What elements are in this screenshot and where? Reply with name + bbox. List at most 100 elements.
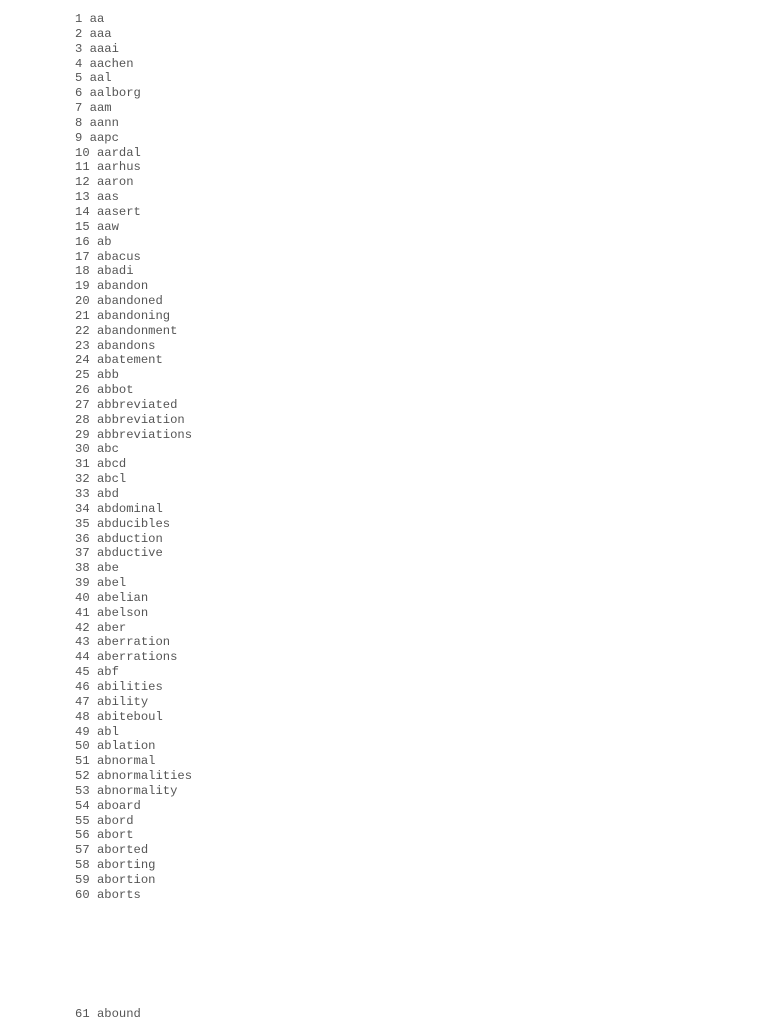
word-text: abducibles bbox=[96, 516, 171, 531]
list-item: 7 aam bbox=[75, 101, 192, 116]
line-number: 10 bbox=[75, 145, 90, 160]
list-item: 57 aborted bbox=[75, 843, 192, 858]
word-text: aaron bbox=[96, 175, 134, 190]
word-text: aalborg bbox=[89, 86, 141, 101]
word-text: aam bbox=[89, 101, 112, 116]
line-number: 18 bbox=[75, 264, 90, 279]
word-text: abacus bbox=[96, 249, 141, 264]
line-number: 16 bbox=[75, 234, 90, 249]
line-number: 60 bbox=[75, 887, 90, 902]
line-number: 46 bbox=[75, 679, 90, 694]
line-number: 27 bbox=[75, 397, 90, 412]
list-item: 41 abelson bbox=[75, 606, 192, 621]
word-text: aaw bbox=[96, 219, 119, 234]
list-item: 48 abiteboul bbox=[75, 710, 192, 725]
word-text: ability bbox=[96, 694, 149, 709]
line-number: 24 bbox=[75, 353, 90, 368]
word-list: 1 aa 2 aaa 3 aaai 4 aachen 5 aal 6 aalborg 7 a… bbox=[75, 12, 192, 903]
list-item: 1 aa bbox=[75, 12, 192, 27]
list-item: 4 aachen bbox=[75, 57, 192, 72]
list-item: 46 abilities bbox=[75, 680, 192, 695]
line-number: 54 bbox=[75, 798, 90, 813]
word-text: abelian bbox=[96, 590, 149, 605]
word-text: abelson bbox=[96, 605, 149, 620]
line-number: 5 bbox=[75, 71, 83, 86]
list-item: 37 abductive bbox=[75, 546, 192, 561]
list-item: 22 abandonment bbox=[75, 324, 192, 339]
line-number: 26 bbox=[75, 383, 90, 398]
line-number: 19 bbox=[75, 279, 90, 294]
line-number: 30 bbox=[75, 442, 90, 457]
list-item: 55 abord bbox=[75, 814, 192, 829]
list-item: 50 ablation bbox=[75, 739, 192, 754]
word-text: ablation bbox=[96, 739, 156, 754]
line-number: 33 bbox=[75, 487, 90, 501]
list-item: 60 aborts bbox=[75, 888, 192, 903]
list-item: 56 abort bbox=[75, 828, 192, 843]
word-text: abadi bbox=[96, 264, 134, 279]
line-number: 9 bbox=[75, 130, 83, 145]
line-number: 21 bbox=[75, 308, 90, 323]
list-item: 16 ab bbox=[75, 235, 192, 250]
word-text: abnormalities bbox=[96, 769, 193, 784]
word-text: aarhus bbox=[96, 160, 141, 175]
list-item: 15 aaw bbox=[75, 220, 192, 235]
line-number: 56 bbox=[75, 828, 90, 843]
word-text: abilities bbox=[96, 679, 163, 694]
list-item: 34 abdominal bbox=[75, 502, 192, 517]
list-item: 17 abacus bbox=[75, 250, 192, 265]
line-number: 23 bbox=[75, 338, 90, 353]
word-text: abduction bbox=[96, 531, 163, 546]
word-text: aboard bbox=[96, 798, 141, 813]
word-text: ab bbox=[96, 234, 112, 249]
line-number: 45 bbox=[75, 665, 90, 680]
list-item: 33 abd bbox=[75, 487, 192, 502]
line-number: 51 bbox=[75, 754, 90, 769]
line-number: 49 bbox=[75, 724, 90, 739]
word-text: abe bbox=[96, 561, 119, 576]
word-text: aber bbox=[96, 620, 127, 635]
word-text: abbreviated bbox=[96, 397, 178, 412]
line-number: 38 bbox=[75, 561, 90, 576]
line-number: 57 bbox=[75, 843, 90, 858]
word-text: abbot bbox=[96, 383, 134, 398]
word-text: abandons bbox=[96, 338, 156, 353]
word-text: abbreviation bbox=[96, 412, 185, 427]
line-number: 22 bbox=[75, 323, 90, 338]
line-number: 41 bbox=[75, 605, 90, 620]
line-number: 35 bbox=[75, 516, 90, 531]
word-text: aann bbox=[89, 115, 119, 130]
line-number: 29 bbox=[75, 427, 90, 442]
line-number: 44 bbox=[75, 650, 90, 665]
line-number: 37 bbox=[75, 546, 90, 561]
line-number: 6 bbox=[75, 86, 83, 101]
word-text: abcl bbox=[96, 472, 127, 487]
list-item: 20 abandoned bbox=[75, 294, 192, 309]
word-text: aardal bbox=[96, 145, 141, 160]
word-text: abord bbox=[96, 813, 134, 828]
line-number: 15 bbox=[75, 219, 90, 234]
word-text: aberrations bbox=[96, 650, 178, 665]
line-number: 2 bbox=[75, 26, 83, 41]
line-number: 32 bbox=[75, 472, 90, 487]
word-text: abb bbox=[96, 368, 119, 383]
list-item: 27 abbreviated bbox=[75, 398, 192, 413]
word-text: abductive bbox=[96, 546, 163, 561]
list-item: 29 abbreviations bbox=[75, 428, 192, 443]
line-number: 34 bbox=[75, 501, 90, 516]
word-text: abnormality bbox=[96, 783, 178, 798]
line-number: 39 bbox=[75, 576, 90, 591]
list-item: 25 abb bbox=[75, 368, 192, 383]
line-number: 13 bbox=[75, 190, 90, 205]
line-number: 8 bbox=[75, 115, 83, 130]
list-item: 36 abduction bbox=[75, 532, 192, 547]
line-number: 59 bbox=[75, 872, 90, 887]
word-list-continuation: 61 abound bbox=[75, 1007, 141, 1022]
list-item: 39 abel bbox=[75, 576, 192, 591]
line-number: 42 bbox=[75, 620, 90, 635]
line-number: 31 bbox=[75, 457, 90, 472]
list-item: 42 aber bbox=[75, 621, 192, 636]
word-text: abc bbox=[96, 442, 119, 457]
line-number: 25 bbox=[75, 368, 90, 383]
list-item: 32 abcl bbox=[75, 472, 192, 487]
